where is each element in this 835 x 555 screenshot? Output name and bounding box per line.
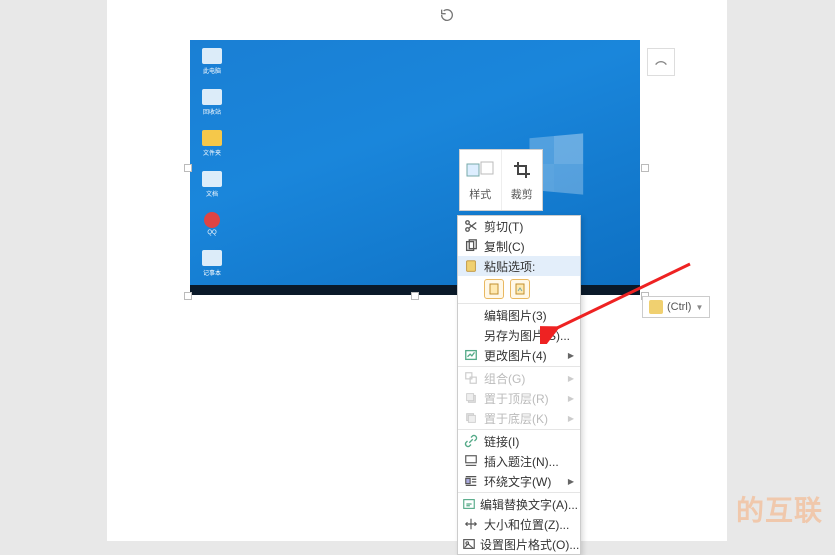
paste-options-row xyxy=(458,276,580,302)
menu-item-send-to-back: 置于底层(K) ▶ xyxy=(458,408,580,428)
desktop-icon: 文件夹 xyxy=(200,130,224,157)
paste-option-2[interactable] xyxy=(510,279,530,299)
menu-item-group: 组合(G) ▶ xyxy=(458,368,580,388)
crop-button[interactable]: 裁剪 xyxy=(502,150,543,210)
menu-item-size-position[interactable]: 大小和位置(Z)... xyxy=(458,514,580,534)
group-icon xyxy=(462,370,480,386)
clipboard-icon xyxy=(462,258,480,274)
menu-item-format-picture[interactable]: 设置图片格式(O)... xyxy=(458,534,580,554)
change-picture-icon xyxy=(462,347,480,363)
alt-text-icon xyxy=(462,496,476,512)
crop-icon xyxy=(513,158,531,182)
chevron-down-icon: ▼ xyxy=(695,303,703,312)
menu-item-link[interactable]: 链接(I) xyxy=(458,431,580,451)
desktop-icon: 文档 xyxy=(200,171,224,198)
desktop-icon: 记事本 xyxy=(200,250,224,277)
ctrl-label: (Ctrl) xyxy=(667,301,691,313)
menu-item-edit-picture[interactable]: 编辑图片(3) xyxy=(458,305,580,325)
desktop-icon: 此电脑 xyxy=(200,48,224,75)
menu-item-change-picture[interactable]: 更改图片(4) ▶ xyxy=(458,345,580,365)
picture-style-icon xyxy=(466,158,494,182)
layout-options-button[interactable] xyxy=(647,48,675,76)
menu-separator xyxy=(458,429,580,430)
style-label: 样式 xyxy=(469,186,491,202)
resize-handle[interactable] xyxy=(184,292,192,300)
format-picture-icon xyxy=(462,536,476,552)
bring-front-icon xyxy=(462,390,480,406)
menu-item-cut[interactable]: 剪切(T) xyxy=(458,216,580,236)
desktop-icons-column: 此电脑 回收站 文件夹 文档 QQ 记事本 xyxy=(200,48,224,277)
rotate-handle-icon[interactable] xyxy=(438,6,456,24)
desktop-icon: 回收站 xyxy=(200,89,224,116)
desktop-icon: QQ xyxy=(200,212,224,236)
menu-item-paste-options[interactable]: 粘贴选项: xyxy=(458,256,580,276)
menu-item-wrap-text[interactable]: 环绕文字(W) ▶ xyxy=(458,471,580,491)
menu-item-insert-caption[interactable]: 插入题注(N)... xyxy=(458,451,580,471)
paste-option-1[interactable] xyxy=(484,279,504,299)
resize-handle[interactable] xyxy=(411,292,419,300)
link-icon xyxy=(462,433,480,449)
submenu-arrow-icon: ▶ xyxy=(568,394,574,403)
save-as-picture-icon xyxy=(462,327,480,343)
paste-options-ctrl-button[interactable]: (Ctrl) ▼ xyxy=(642,296,710,318)
copy-icon xyxy=(462,238,480,254)
submenu-arrow-icon: ▶ xyxy=(568,351,574,360)
resize-handle[interactable] xyxy=(184,164,192,172)
context-menu: 剪切(T) 复制(C) 粘贴选项: 编辑图片(3) 另存为图片(S)... 更改 xyxy=(457,215,581,555)
menu-item-copy[interactable]: 复制(C) xyxy=(458,236,580,256)
clipboard-icon xyxy=(649,300,663,314)
menu-item-bring-to-front: 置于顶层(R) ▶ xyxy=(458,388,580,408)
resize-handle[interactable] xyxy=(641,164,649,172)
picture-styles-button[interactable]: 样式 xyxy=(460,150,502,210)
crop-label: 裁剪 xyxy=(511,186,533,202)
scissors-icon xyxy=(462,218,480,234)
edit-picture-icon xyxy=(462,307,480,323)
menu-separator xyxy=(458,303,580,304)
size-position-icon xyxy=(462,516,480,532)
send-back-icon xyxy=(462,410,480,426)
menu-item-save-as-picture[interactable]: 另存为图片(S)... xyxy=(458,325,580,345)
submenu-arrow-icon: ▶ xyxy=(568,477,574,486)
menu-separator xyxy=(458,366,580,367)
wrap-text-icon xyxy=(462,473,480,489)
menu-item-edit-alt-text[interactable]: 编辑替换文字(A)... xyxy=(458,494,580,514)
menu-separator xyxy=(458,492,580,493)
submenu-arrow-icon: ▶ xyxy=(568,374,574,383)
watermark-text: 的互联 xyxy=(736,489,823,529)
mini-toolbar: 样式 裁剪 xyxy=(459,149,543,211)
submenu-arrow-icon: ▶ xyxy=(568,414,574,423)
caption-icon xyxy=(462,453,480,469)
